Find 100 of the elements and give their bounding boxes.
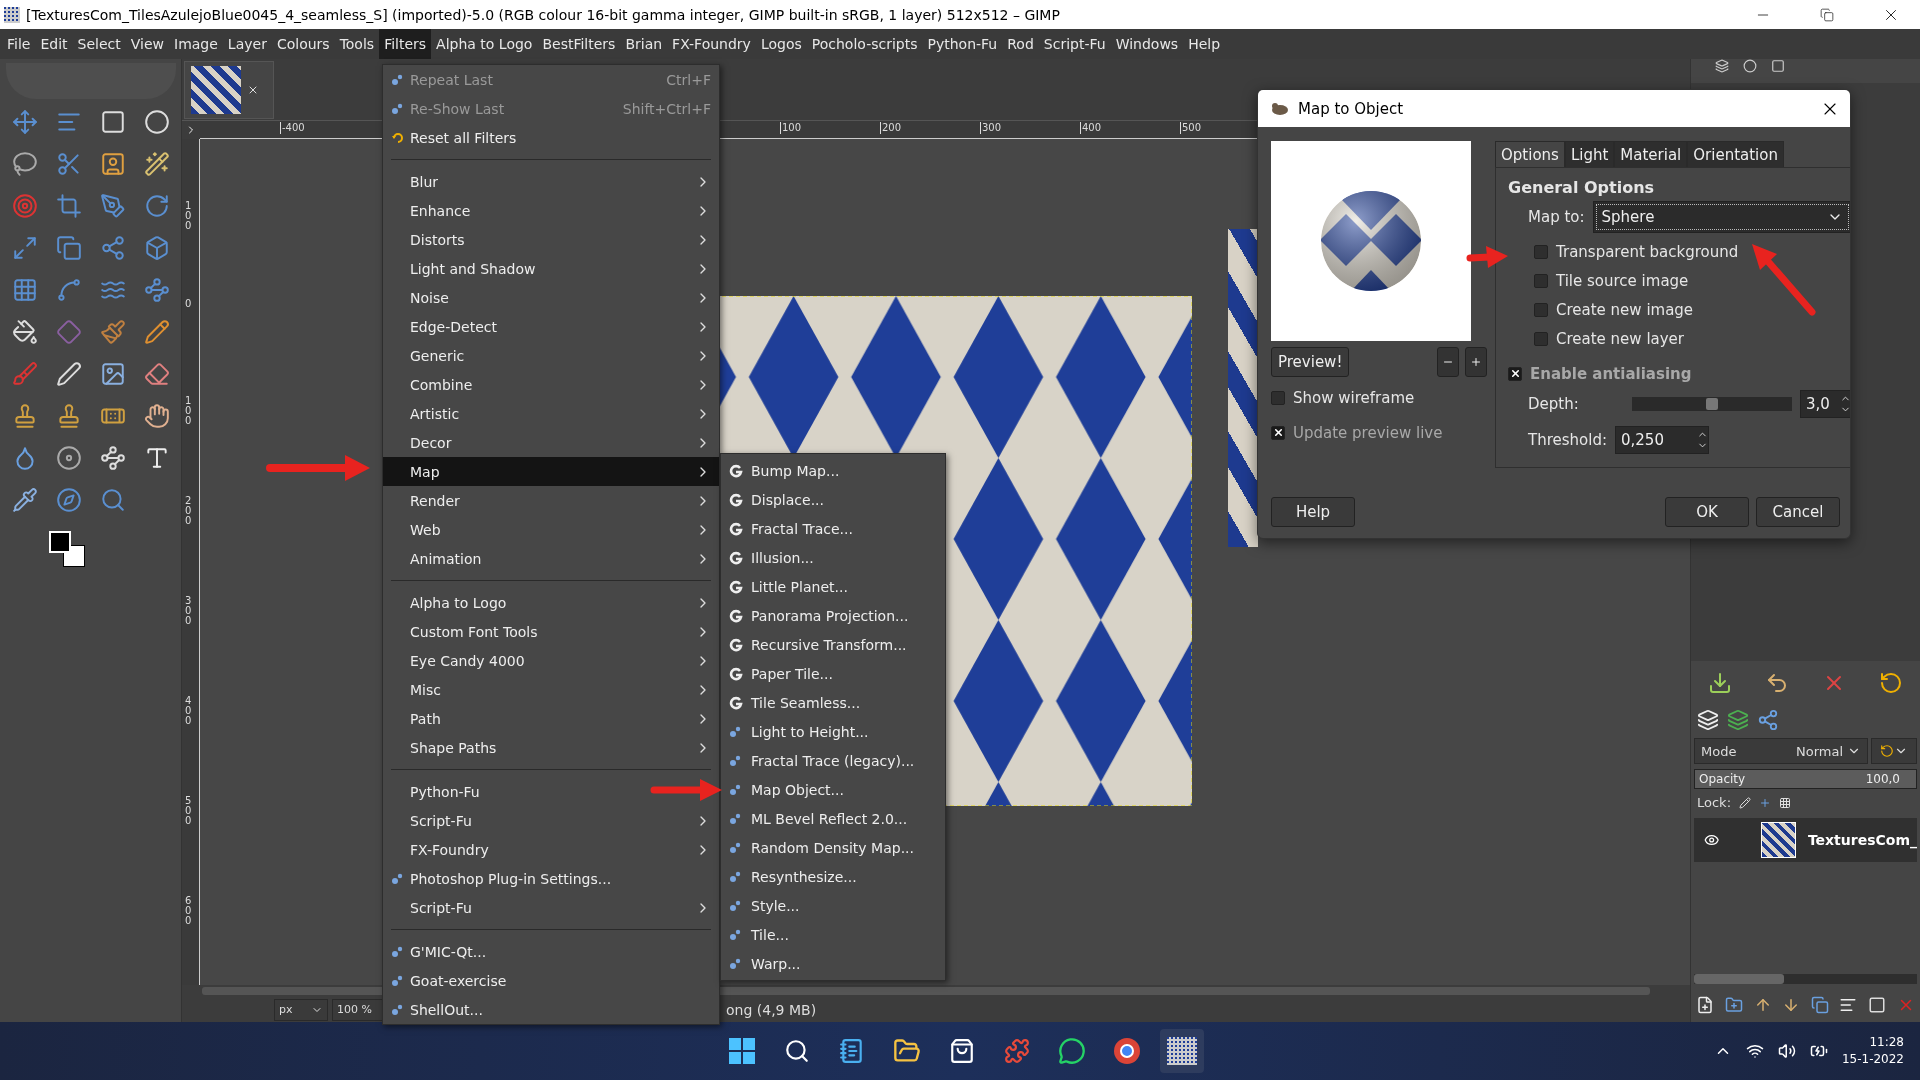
menu-item[interactable]: FX-Foundry	[667, 29, 756, 59]
layers-icon[interactable]	[1715, 59, 1729, 73]
menu-entry[interactable]: Light and Shadow	[383, 254, 719, 283]
bucket-icon[interactable]	[11, 319, 38, 345]
menu-entry[interactable]: FX-Foundry	[383, 835, 719, 864]
tab[interactable]: Material	[1614, 141, 1688, 167]
close-icon[interactable]	[247, 84, 259, 96]
path-icon[interactable]	[99, 445, 126, 471]
flip-icon[interactable]	[99, 235, 126, 261]
menu-entry[interactable]: Alpha to Logo	[383, 588, 719, 617]
menu-item[interactable]: View	[125, 29, 169, 59]
menu-entry[interactable]: Misc	[383, 675, 719, 704]
menu-entry[interactable]: Tile Seamless...	[721, 688, 945, 717]
browser-icon[interactable]	[1113, 1037, 1141, 1065]
grid-icon[interactable]	[11, 277, 38, 303]
menu-entry[interactable]: Path	[383, 704, 719, 733]
menu-entry[interactable]: Little Planet...	[721, 572, 945, 601]
circle-icon[interactable]	[1743, 59, 1757, 73]
menu-entry[interactable]: Animation	[383, 544, 719, 573]
menu-item[interactable]: Logos	[755, 29, 807, 59]
menu-item[interactable]: Script-Fu	[1038, 29, 1111, 59]
menu-entry[interactable]: Map	[383, 457, 719, 486]
menu-item[interactable]: Help	[1183, 29, 1226, 59]
menu-item[interactable]: File	[2, 29, 36, 59]
tab[interactable]: Orientation	[1687, 141, 1784, 167]
dodge-icon[interactable]	[55, 445, 82, 471]
ok-button[interactable]: OK	[1665, 497, 1749, 527]
square-icon[interactable]	[1771, 59, 1785, 73]
clock[interactable]: 11:28 15-1-2022	[1841, 1034, 1904, 1068]
menu-entry[interactable]: Custom Font Tools	[383, 617, 719, 646]
menu-item[interactable]: Rod	[1002, 29, 1039, 59]
menu-entry[interactable]: Goat-exercise	[383, 966, 719, 995]
pencil-icon[interactable]	[143, 319, 170, 345]
mypaint-icon[interactable]	[99, 361, 126, 387]
menu-entry[interactable]: Distorts	[383, 225, 719, 254]
menu-entry[interactable]: Panorama Projection...	[721, 601, 945, 630]
menu-item[interactable]: Edit	[35, 29, 73, 59]
unified-transform-icon[interactable]	[99, 193, 126, 219]
eraser-icon[interactable]	[143, 361, 170, 387]
menu-item[interactable]: Colours	[271, 29, 335, 59]
menu-entry[interactable]: Python-Fu	[383, 777, 719, 806]
menu-entry[interactable]: Fractal Trace (legacy)...	[721, 746, 945, 775]
menu-entry[interactable]: Edge-Detect	[383, 312, 719, 341]
new-layer-icon[interactable]	[1696, 996, 1715, 1014]
new-group-icon[interactable]	[1724, 996, 1743, 1014]
menu-entry[interactable]: Tile...	[721, 920, 945, 949]
reset-icon[interactable]	[1879, 671, 1904, 695]
menu-item[interactable]: Python-Fu	[922, 29, 1003, 59]
menu-entry[interactable]: Enhance	[383, 196, 719, 225]
menu-entry[interactable]: Recursive Transform...	[721, 630, 945, 659]
crop-icon[interactable]	[55, 193, 82, 219]
anchor-icon[interactable]	[1839, 996, 1858, 1014]
bag-icon[interactable]	[949, 1038, 975, 1064]
menu-entry[interactable]: Render	[383, 486, 719, 515]
depth-spinbox[interactable]: 3,0	[1800, 390, 1850, 418]
zoom-icon[interactable]	[99, 487, 126, 513]
menu-item[interactable]: Filters	[379, 29, 432, 59]
paintbrush-icon[interactable]	[99, 319, 126, 345]
eye-icon[interactable]	[1704, 832, 1720, 848]
menu-entry[interactable]: Script-Fu	[383, 893, 719, 922]
menu-entry[interactable]: Illusion...	[721, 543, 945, 572]
menu-entry[interactable]: Shape Paths	[383, 733, 719, 762]
grid-icon[interactable]	[1779, 796, 1792, 809]
menu-entry[interactable]: Decor	[383, 428, 719, 457]
menu-item[interactable]: Select	[72, 29, 126, 59]
menu-entry[interactable]: Eye Candy 4000	[383, 646, 719, 675]
depth-slider[interactable]	[1632, 397, 1792, 411]
menu-entry[interactable]: Bump Map...	[721, 456, 945, 485]
menu-item[interactable]: Pocholo-scripts	[806, 29, 923, 59]
menu-entry[interactable]: Reset all Filters	[383, 123, 719, 152]
menu-entry[interactable]: Combine	[383, 370, 719, 399]
image-tab[interactable]	[184, 61, 274, 119]
menu-entry[interactable]: Script-Fu	[383, 806, 719, 835]
ellipse-select-icon[interactable]	[143, 109, 170, 135]
volume-icon[interactable]	[1777, 1042, 1796, 1060]
threshold-spinbox[interactable]: 0,250	[1615, 426, 1709, 454]
help-button[interactable]: Help	[1271, 497, 1355, 527]
paths-icon[interactable]	[1757, 709, 1779, 731]
rotate-icon[interactable]	[143, 193, 170, 219]
lasso-icon[interactable]	[11, 151, 38, 177]
compass-icon[interactable]	[55, 487, 82, 513]
chat-icon[interactable]	[1058, 1037, 1086, 1065]
pipette-icon[interactable]	[11, 487, 38, 513]
checkbox[interactable]	[1534, 302, 1548, 317]
duplicate-icon[interactable]	[1810, 996, 1829, 1014]
channels-icon[interactable]	[1727, 709, 1749, 731]
zoom-out-button[interactable]	[1437, 347, 1459, 377]
menu-entry[interactable]: Photoshop Plug-in Settings...	[383, 864, 719, 893]
handle-transform-icon[interactable]	[55, 277, 82, 303]
cage-icon[interactable]	[143, 277, 170, 303]
menu-item[interactable]: BestFilters	[537, 29, 621, 59]
scrollbar-thumb[interactable]	[1694, 974, 1784, 984]
menu-item[interactable]: Alpha to Logo	[431, 29, 538, 59]
slider-thumb[interactable]	[1706, 398, 1718, 410]
menu-entry[interactable]: Displace...	[721, 485, 945, 514]
menu-entry[interactable]: Random Density Map...	[721, 833, 945, 862]
restore-icon[interactable]	[1820, 7, 1834, 22]
menu-entry[interactable]: Style...	[721, 891, 945, 920]
map-to-dropdown[interactable]: Sphere	[1592, 201, 1850, 233]
scale-icon[interactable]	[11, 235, 38, 261]
